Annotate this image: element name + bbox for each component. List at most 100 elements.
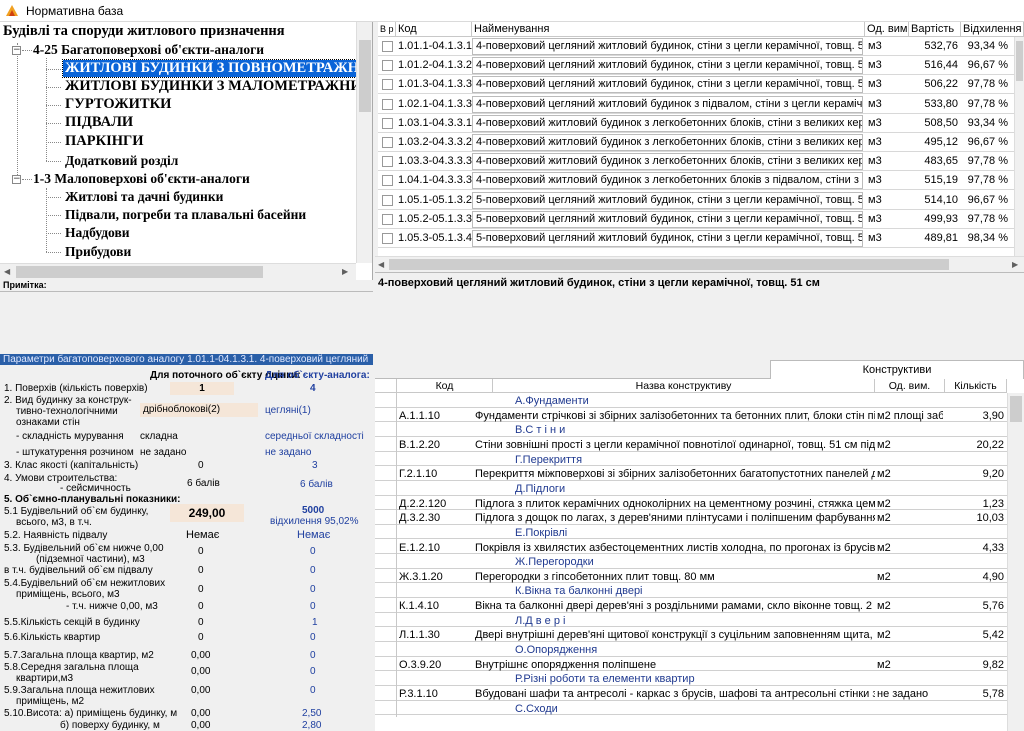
analog-row-checkbox[interactable] <box>382 233 393 244</box>
constructive-group-row[interactable]: Р.Різні роботи та елементи квартир <box>375 671 1007 688</box>
basement-volume-current[interactable]: 0 <box>198 565 204 576</box>
plaster-current[interactable]: не задано <box>140 447 187 458</box>
constructive-group-row[interactable]: А.Фундаменти <box>375 393 1007 409</box>
avg-area-current[interactable]: 0,00 <box>191 666 210 677</box>
scroll-left-icon[interactable]: ◀ <box>4 267 10 276</box>
tree-item-parkings[interactable]: ПАРКІНГИ <box>65 133 144 150</box>
tree-vertical-scrollbar[interactable] <box>356 22 372 263</box>
col-quantity[interactable]: Кількість <box>945 379 1007 393</box>
analog-row[interactable]: 1.01.3-04.1.3.3 4-поверховий цегляний жит… <box>378 75 1024 95</box>
col-name[interactable]: Назва конструктиву <box>493 379 875 393</box>
note-field[interactable] <box>0 291 373 353</box>
tree-expander-group2[interactable]: − <box>12 175 21 184</box>
constructive-row[interactable]: Ж.3.1.20 Перегородки з гіпсобетонних плит… <box>375 568 1007 585</box>
height-rooms-current[interactable]: 0,00 <box>191 708 210 719</box>
analogs-vertical-scrollbar[interactable] <box>1014 37 1024 256</box>
analog-row-checkbox[interactable] <box>382 79 393 91</box>
analog-row-checkbox[interactable] <box>382 175 393 187</box>
category-tree[interactable]: Будівлі та споруди житлового призначення… <box>0 22 373 280</box>
constructive-group-row[interactable]: В.С т і н и <box>375 422 1007 439</box>
tree-item-full-size-apartments[interactable]: ЖИТЛОВІ БУДИНКИ З ПОВНОМЕТРАЖНИМ <box>62 59 372 78</box>
tree-item-additional-section[interactable]: Додатковий розділ <box>65 152 178 169</box>
constructive-row[interactable]: Г.2.1.10 Перекриття міжповерхові зі збірн… <box>375 466 1007 483</box>
analog-row-checkbox[interactable] <box>382 41 393 52</box>
col-deviation[interactable]: Відхилення <box>961 22 1024 37</box>
constructive-group-row[interactable]: О.Опорядження <box>375 642 1007 659</box>
constructive-row[interactable]: Д.3.2.30 Підлога з дощок по лагах, з дере… <box>375 510 1007 527</box>
analogs-horizontal-scrollbar[interactable]: ◀ ▶ <box>375 256 1024 272</box>
analog-row-checkbox[interactable] <box>382 98 393 110</box>
floors-current-value[interactable]: 1 <box>170 382 234 395</box>
analog-row[interactable]: 1.02.1-04.1.3.3 4-поверховий цегляний жит… <box>378 95 1024 114</box>
analog-row[interactable]: 1.05.3-05.1.3.4 5-поверховий цегляний жит… <box>378 229 1024 248</box>
tree-root[interactable]: Будівлі та споруди житлового призначення <box>3 23 285 40</box>
analog-row[interactable]: 1.03.3-04.3.3.3 4-поверховий житловий буд… <box>378 152 1024 172</box>
apt-area-current[interactable]: 0,00 <box>191 650 210 661</box>
tree-group-multistorey[interactable]: 4-25 Багатоповерхові об'єкти-аналоги <box>33 41 264 58</box>
constructives-vertical-scrollbar[interactable] <box>1007 393 1024 731</box>
tree-group-lowrise[interactable]: 1-3 Малоповерхові об'єкти-аналоги <box>33 170 250 187</box>
constructive-group-row[interactable]: Д.Підлоги <box>375 480 1007 497</box>
apartments-current[interactable]: 0 <box>198 632 204 643</box>
constructive-row[interactable]: А.1.1.10 Фундаменти стрічкові зі збірних … <box>375 407 1007 424</box>
tree-expander-group1[interactable]: − <box>12 46 21 55</box>
analog-row-checkbox[interactable] <box>382 117 393 129</box>
col-name[interactable]: Найменування <box>472 22 865 37</box>
col-cost[interactable]: Вартість <box>909 22 961 37</box>
nonres-below-current[interactable]: 0 <box>198 601 204 612</box>
tree-horizontal-scrollbar[interactable]: ◀ ▶ <box>0 263 356 280</box>
nonres-area-current[interactable]: 0,00 <box>191 685 210 696</box>
scroll-right-icon[interactable]: ▶ <box>1012 260 1018 269</box>
analog-row[interactable]: 1.01.1-04.1.3.1 4-поверховий цегляний жит… <box>378 37 1024 56</box>
tree-item-superstructures[interactable]: Надбудови <box>65 224 130 241</box>
analog-row-checkbox[interactable] <box>382 194 393 206</box>
constructive-group-row[interactable]: К.Вікна та балконні двері <box>375 583 1007 600</box>
nonres-volume-current[interactable]: 0 <box>198 584 204 595</box>
tree-item-extensions[interactable]: Прибудови <box>65 243 131 260</box>
constructive-row[interactable]: Е.1.2.10 Покрівля із хвилястих азбестоцем… <box>375 539 1007 556</box>
tree-item-dormitories[interactable]: ГУРТОЖИТКИ <box>65 96 171 113</box>
constructive-group-row[interactable]: С.Сходи <box>375 700 1007 717</box>
analog-row[interactable]: 1.03.1-04.3.3.1 4-поверховий житловий буд… <box>378 114 1024 133</box>
tree-item-basements[interactable]: ПІДВАЛИ <box>65 114 133 131</box>
tree-item-small-apartments[interactable]: ЖИТЛОВІ БУДИНКИ З МАЛОМЕТРАЖНИМИ <box>65 78 372 95</box>
analog-row[interactable]: 1.03.2-04.3.3.2 4-поверховий житловий буд… <box>378 133 1024 152</box>
col-unit[interactable]: Од. вим. <box>865 22 909 37</box>
analog-row[interactable]: 1.05.1-05.1.3.2 5-поверховий цегляний жит… <box>378 191 1024 210</box>
below-zero-current[interactable]: 0 <box>198 546 204 557</box>
scroll-right-icon[interactable]: ▶ <box>342 267 348 276</box>
constructive-row[interactable]: Л.1.1.30 Двері внутрішні дерев'яні щитово… <box>375 627 1007 644</box>
tree-item-cellars-pools[interactable]: Підвали, погреби та плавальні басейни <box>65 206 306 223</box>
constructive-group-row[interactable]: Е.Покрівлі <box>375 524 1007 541</box>
col-code[interactable]: Код <box>396 22 472 37</box>
sections-current[interactable]: 0 <box>198 617 204 628</box>
col-select[interactable]: В р <box>378 22 396 37</box>
col-code[interactable]: Код <box>397 379 493 393</box>
analog-row-checkbox[interactable] <box>382 156 393 168</box>
scroll-left-icon[interactable]: ◀ <box>378 260 384 269</box>
col-unit[interactable]: Од. вим. <box>875 379 945 393</box>
tab-constructives[interactable]: Конструктиви <box>770 360 1024 379</box>
quality-class-current[interactable]: 0 <box>198 460 204 471</box>
building-type-current[interactable]: дрібноблокові(2) <box>140 403 258 417</box>
constructive-row[interactable]: Р.3.1.10 Вбудовані шафи та антресолі - ка… <box>375 686 1007 702</box>
analog-row-checkbox[interactable] <box>382 60 393 72</box>
masonry-current[interactable]: складна <box>140 431 178 442</box>
basement-current[interactable]: Немає <box>186 530 219 541</box>
constructive-row[interactable]: В.1.2.20 Стіни зовнішні прості з цегли ке… <box>375 436 1007 453</box>
analog-row[interactable]: 1.01.2-04.1.3.2 4-поверховий цегляний жит… <box>378 56 1024 76</box>
tree-item-residential-country[interactable]: Житлові та дачні будинки <box>65 188 223 205</box>
analog-row-checkbox[interactable] <box>382 137 393 148</box>
height-floor-current[interactable]: 0,00 <box>191 720 210 731</box>
volume-current-value[interactable]: 249,00 <box>170 504 244 522</box>
constructive-row[interactable]: О.3.9.20 Внутрішнє опорядження поліпшене м… <box>375 656 1007 673</box>
seismic-current[interactable]: 6 балів <box>187 478 220 489</box>
analog-row[interactable]: 1.04.1-04.3.3.3 4-поверховий житловий буд… <box>378 171 1024 191</box>
constructive-row[interactable]: К.1.4.10 Вікна та балконні двері дерев'ян… <box>375 598 1007 615</box>
constructive-group-row[interactable]: Г.Перекриття <box>375 451 1007 468</box>
constructive-group-row[interactable]: Ж.Перегородки <box>375 554 1007 571</box>
analog-row-checkbox[interactable] <box>382 213 393 225</box>
constructive-row[interactable]: Д.2.2.120 Підлога з плиток керамічних одн… <box>375 495 1007 512</box>
analogs-table[interactable]: В р Код Найменування Од. вим. Вартість В… <box>378 22 1024 256</box>
constructive-group-row[interactable]: Л.Д в е р і <box>375 612 1007 629</box>
